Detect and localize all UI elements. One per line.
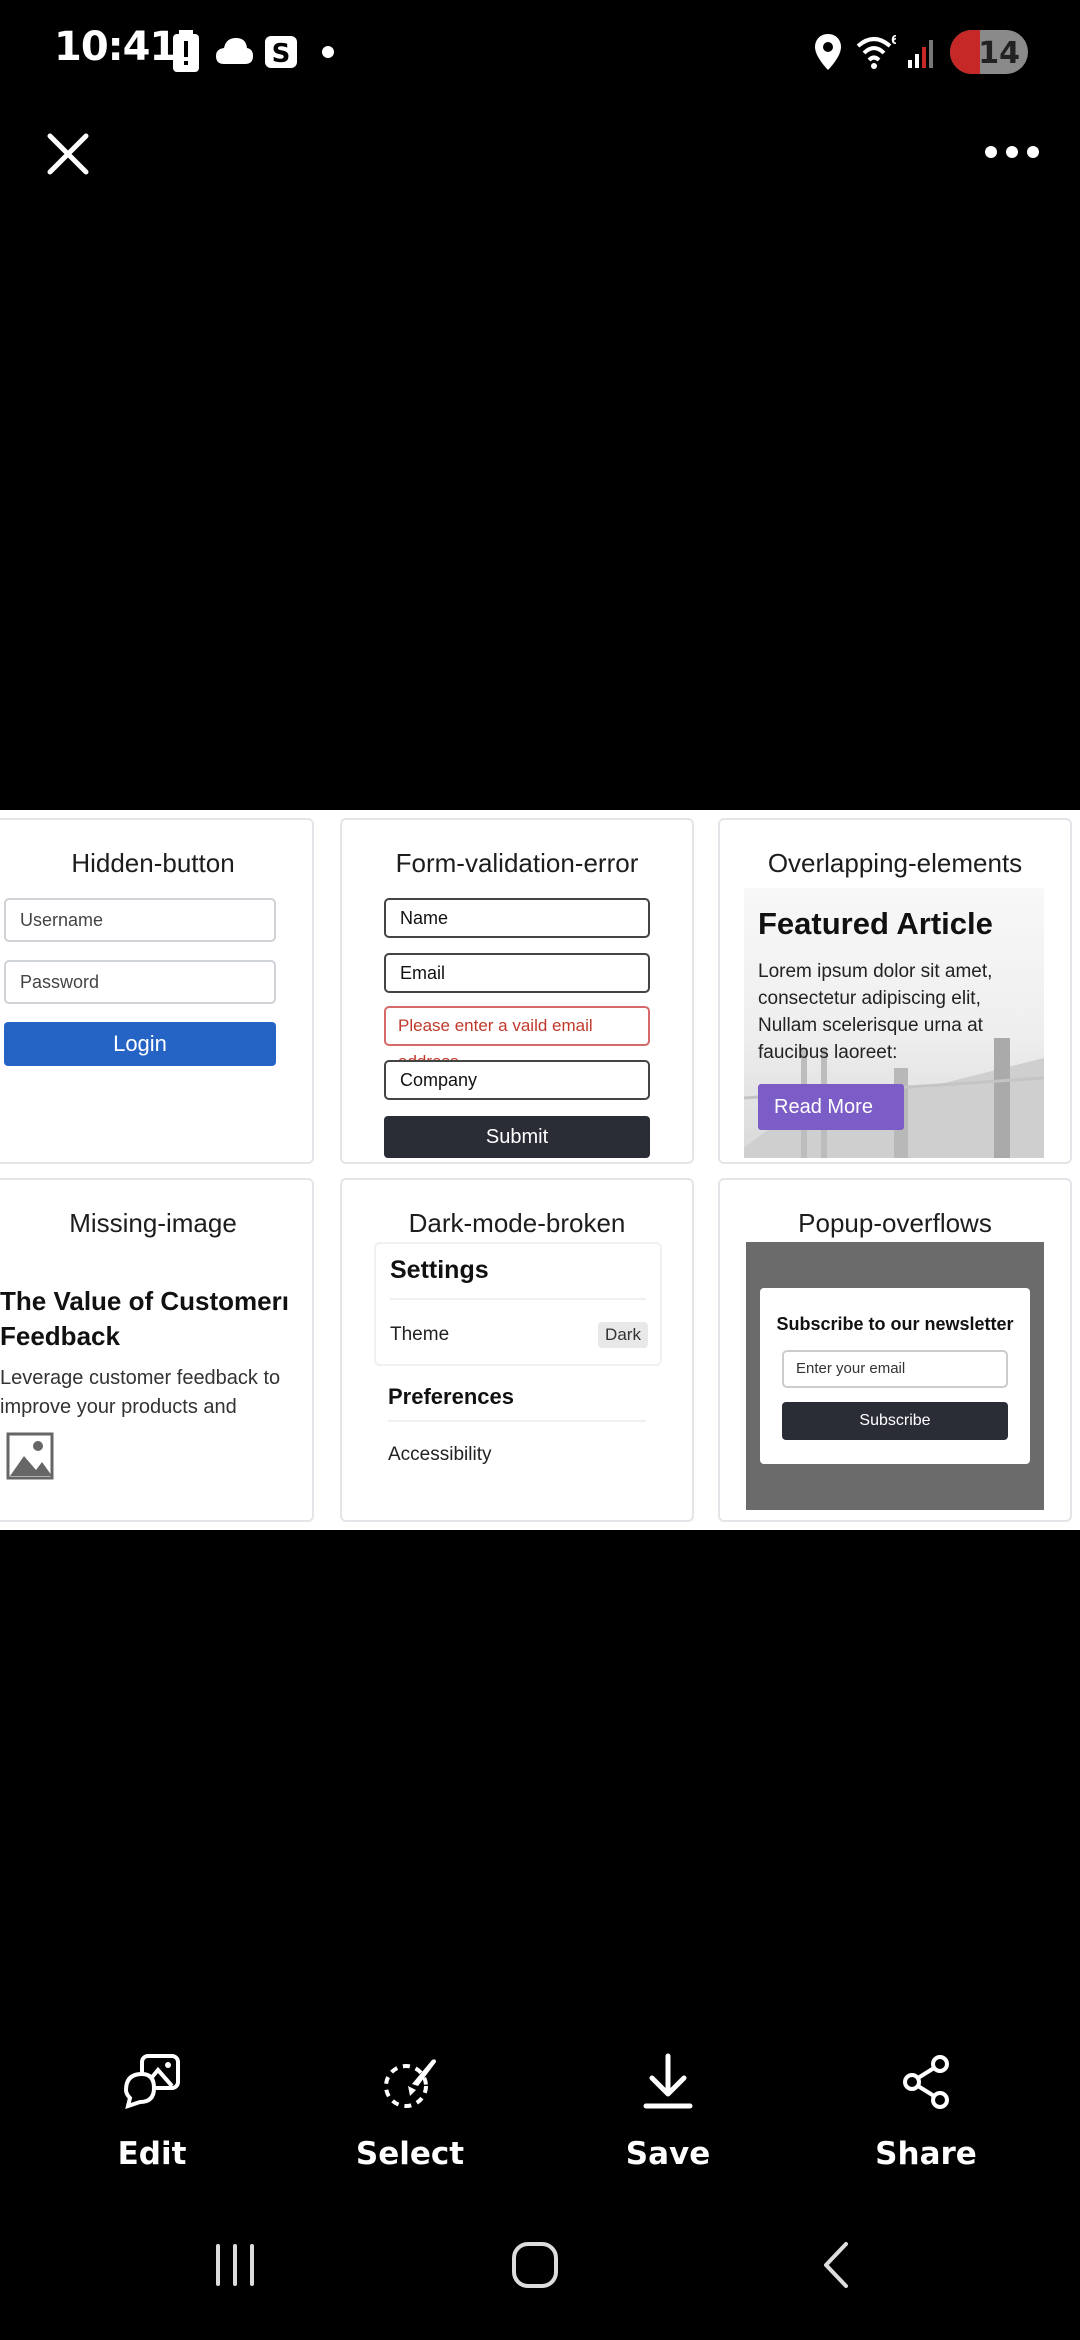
login-button: Login <box>4 1022 276 1066</box>
settings-heading: Settings <box>390 1256 489 1284</box>
battery-level: 14 <box>978 36 1020 71</box>
theme-label: Theme <box>390 1324 450 1345</box>
theme-value-badge: Dark <box>598 1322 648 1348</box>
card-missing-image: Missing-image The Value of Customerı Fee… <box>0 1178 314 1522</box>
newsletter-popup: Subscribe to our newsletter Enter your e… <box>760 1288 1030 1464</box>
newsletter-email-input: Enter your email <box>782 1350 1008 1388</box>
card-form-validation-error: Form-validation-error Name Email Please … <box>340 818 694 1164</box>
back-icon[interactable] <box>812 2240 862 2290</box>
newsletter-heading: Subscribe to our newsletter <box>776 1314 1014 1334</box>
status-time: 10:41 <box>54 24 177 70</box>
settings-panel: Settings Theme Dark <box>374 1242 662 1366</box>
card-title: Dark-mode-broken <box>408 1208 626 1238</box>
toolbar-edit-label: Edit <box>117 2136 187 2172</box>
more-options-icon[interactable] <box>984 136 1040 168</box>
article-title: Featured Article <box>758 906 993 941</box>
featured-article: Featured Article Lorem ipsum dolor sit a… <box>744 888 1044 1158</box>
accessibility-label: Accessibility <box>388 1444 492 1465</box>
location-icon <box>815 34 841 70</box>
popup-overlay: Subscribe to our newsletter Enter your e… <box>746 1242 1044 1510</box>
toolbar-save-label: Save <box>625 2136 711 2172</box>
dot-icon <box>322 46 334 58</box>
toolbar-edit-button[interactable]: Edit <box>62 2050 242 2172</box>
home-icon[interactable] <box>510 2240 560 2290</box>
read-more-button: Read More <box>758 1084 904 1130</box>
battery-indicator: 14 <box>950 30 1028 74</box>
toolbar-share-label: Share <box>875 2136 977 2172</box>
edit-icon <box>123 2054 180 2110</box>
broken-image-icon <box>6 1432 54 1480</box>
battery-alert-icon <box>173 30 199 72</box>
card-title: Missing-image <box>69 1208 237 1238</box>
toolbar-select-button[interactable]: Select <box>320 2050 500 2172</box>
missing-image-body: Leverage customer feedback to improve yo… <box>0 1367 281 1418</box>
card-title: Hidden-button <box>71 848 235 878</box>
email-error-message: Please enter a vaild email address <box>384 1006 650 1071</box>
close-icon[interactable] <box>44 130 92 178</box>
card-dark-mode-broken: Dark-mode-broken Settings Theme Dark Pre… <box>340 1178 694 1522</box>
card-title: Overlapping-elements <box>767 848 1023 878</box>
svg-text:S: S <box>272 39 291 69</box>
divider <box>390 1298 646 1300</box>
screenshot-image[interactable]: Hidden-button Username Password Login Fo… <box>0 810 1080 1530</box>
name-input: Name <box>384 898 650 938</box>
card-title: Popup-overflows <box>798 1208 992 1238</box>
recents-icon[interactable] <box>210 2240 260 2290</box>
toolbar-save-button[interactable]: Save <box>578 2050 758 2172</box>
company-input: Company <box>384 1060 650 1100</box>
signal-icon <box>908 40 933 68</box>
card-hidden-button: Hidden-button Username Password Login <box>0 818 314 1164</box>
missing-image-heading: The Value of Customerı Feedback <box>0 1286 289 1351</box>
save-icon <box>643 2053 693 2109</box>
password-input: Password <box>4 960 276 1004</box>
article-body: Lorem ipsum dolor sit amet, consectetur … <box>758 961 993 1063</box>
divider <box>388 1420 646 1422</box>
username-input: Username <box>4 898 276 942</box>
select-icon <box>384 2059 436 2108</box>
share-icon <box>903 2055 949 2109</box>
preferences-heading: Preferences <box>388 1384 514 1409</box>
toolbar-share-button[interactable]: Share <box>836 2050 1016 2172</box>
submit-button: Submit <box>384 1116 650 1158</box>
subscribe-button: Subscribe <box>782 1402 1008 1440</box>
status-bar: 10:41 S 6 14 <box>0 0 1080 104</box>
s-app-icon: S <box>265 36 297 69</box>
wifi-6-icon: 6 <box>856 33 896 69</box>
cloud-icon <box>216 38 253 64</box>
card-overlapping-elements: Overlapping-elements Featured Article Lo… <box>718 818 1072 1164</box>
toolbar-select-label: Select <box>355 2136 465 2172</box>
email-input: Email <box>384 953 650 993</box>
card-popup-overflows: Popup-overflows Subscribe to our newslet… <box>718 1178 1072 1522</box>
card-title: Form-validation-error <box>395 848 639 878</box>
svg-text:6: 6 <box>891 33 896 47</box>
